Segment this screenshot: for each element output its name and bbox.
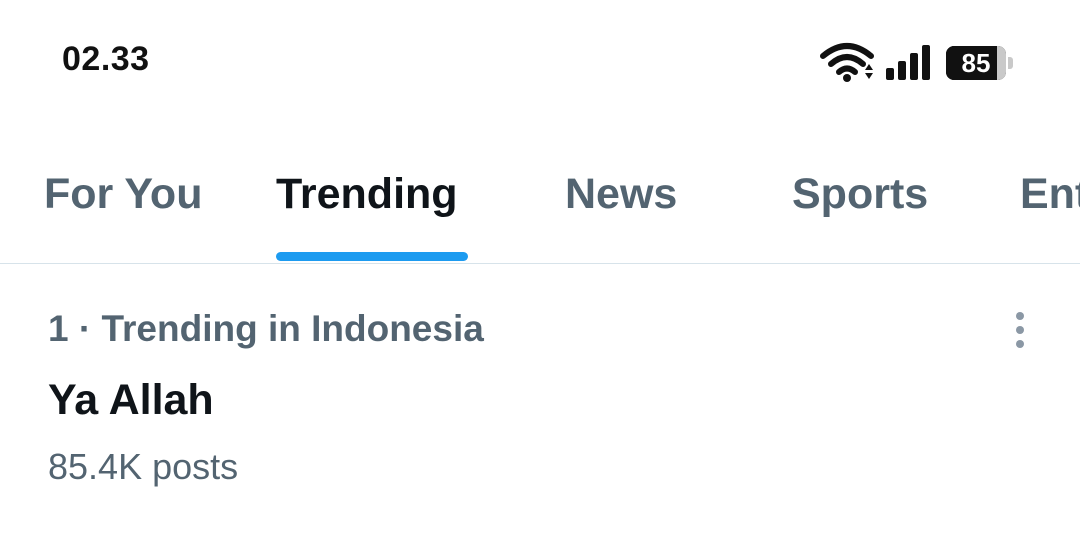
tab-label: Sports: [792, 170, 929, 218]
battery-tip: [1008, 57, 1013, 69]
more-vertical-icon[interactable]: [998, 308, 1042, 352]
wifi-icon: [820, 43, 874, 82]
more-dot: [1016, 326, 1024, 334]
cellular-signal-icon: [886, 45, 930, 80]
more-dot: [1016, 312, 1024, 320]
status-time: 02.33: [62, 40, 150, 78]
trend-item[interactable]: 1 · Trending in Indonesia Ya Allah 85.4K…: [0, 264, 1080, 540]
tab-entertainment[interactable]: Entertainment: [1020, 150, 1080, 263]
status-bar: 02.33 85: [0, 0, 1080, 120]
more-dot: [1016, 340, 1024, 348]
trend-post-count: 85.4K posts: [48, 446, 239, 487]
tab-label: For You: [44, 170, 203, 218]
battery-level: 85: [961, 48, 991, 78]
tab-bar: For You Trending News Sports Entertainme…: [0, 150, 1080, 264]
battery-body: 85: [946, 46, 1006, 80]
battery-icon: 85: [946, 46, 1016, 80]
tab-label: Entertainment: [1020, 170, 1080, 218]
tab-news[interactable]: News: [565, 150, 685, 263]
tab-sports[interactable]: Sports: [792, 150, 938, 263]
tab-label: Trending: [276, 170, 458, 218]
active-tab-indicator: [276, 252, 468, 261]
tab-trending[interactable]: Trending: [276, 150, 470, 263]
trend-title: Ya Allah: [48, 376, 214, 424]
tab-for-you[interactable]: For You: [44, 150, 204, 263]
tab-label: News: [565, 170, 678, 218]
trend-context: 1 · Trending in Indonesia: [48, 308, 484, 349]
